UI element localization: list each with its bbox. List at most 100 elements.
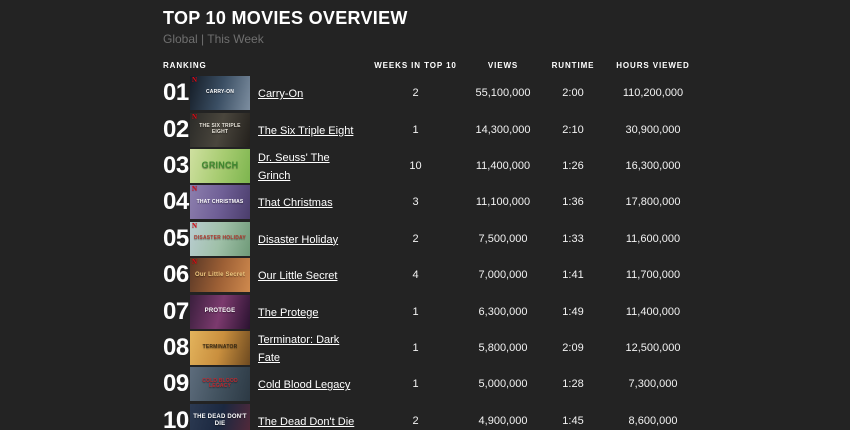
- thumbnail-art-text: DISASTER HOLIDAY: [192, 236, 248, 242]
- thumbnail-art-text: GRINCH: [200, 161, 241, 171]
- views-value: 5,000,000: [463, 378, 543, 390]
- runtime-value: 1:36: [543, 196, 603, 208]
- hours-viewed-value: 11,400,000: [603, 306, 703, 318]
- movie-thumbnail[interactable]: N DISASTER HOLIDAY: [190, 222, 250, 256]
- netflix-n-icon: N: [192, 259, 197, 266]
- movie-title-link[interactable]: Disaster Holiday: [258, 234, 338, 246]
- main-content: TOP 10 MOVIES OVERVIEW Global | This Wee…: [163, 9, 723, 430]
- movie-title-link[interactable]: That Christmas: [258, 197, 333, 209]
- table-row: 10 N THE DEAD DON'T DIE The Dead Don't D…: [163, 403, 723, 430]
- netflix-n-icon: N: [192, 114, 197, 121]
- rank-number: 01: [163, 81, 190, 105]
- movie-thumbnail[interactable]: N GRINCH: [190, 149, 250, 183]
- table-row: 07 N PROTEGE The Protege 1 6,300,000 1:4…: [163, 293, 723, 329]
- views-value: 4,900,000: [463, 415, 543, 427]
- runtime-value: 1:41: [543, 269, 603, 281]
- rank-number: 04: [163, 190, 190, 214]
- views-value: 14,300,000: [463, 124, 543, 136]
- weeks-value: 3: [368, 196, 463, 208]
- table-header-row: RANKING WEEKS IN TOP 10 VIEWS RUNTIME HO…: [163, 60, 723, 70]
- hours-viewed-value: 17,800,000: [603, 196, 703, 208]
- runtime-value: 1:33: [543, 233, 603, 245]
- column-header-ranking: RANKING: [163, 61, 368, 70]
- netflix-n-icon: N: [192, 77, 197, 84]
- thumbnail-art-text: THAT CHRISTMAS: [195, 200, 246, 206]
- views-value: 11,400,000: [463, 160, 543, 172]
- rank-number: 03: [163, 154, 190, 178]
- movie-thumbnail[interactable]: N THAT CHRISTMAS: [190, 185, 250, 219]
- views-value: 55,100,000: [463, 87, 543, 99]
- rank-number: 06: [163, 263, 190, 287]
- rank-number: 10: [163, 409, 190, 430]
- weeks-value: 1: [368, 306, 463, 318]
- movie-title-link[interactable]: Terminator: Dark Fate: [258, 334, 339, 364]
- hours-viewed-value: 11,700,000: [603, 269, 703, 281]
- runtime-value: 2:10: [543, 124, 603, 136]
- table-row: 03 N GRINCH Dr. Seuss' The Grinch 10 11,…: [163, 148, 723, 184]
- runtime-value: 1:49: [543, 306, 603, 318]
- movie-title-link[interactable]: Carry-On: [258, 88, 303, 100]
- hours-viewed-value: 30,900,000: [603, 124, 703, 136]
- movie-thumbnail[interactable]: N Our Little Secret: [190, 258, 250, 292]
- thumbnail-art-text: COLD BLOOD LEGACY: [190, 379, 250, 390]
- table-row: 04 N THAT CHRISTMAS That Christmas 3 11,…: [163, 184, 723, 220]
- hours-viewed-value: 12,500,000: [603, 342, 703, 354]
- table-row: 06 N Our Little Secret Our Little Secret…: [163, 257, 723, 293]
- table-body: 01 N CARRY-ON Carry-On 2 55,100,000 2:00…: [163, 75, 723, 430]
- runtime-value: 1:28: [543, 378, 603, 390]
- views-value: 11,100,000: [463, 196, 543, 208]
- table-row: 02 N THE SIX TRIPLE EIGHT The Six Triple…: [163, 111, 723, 147]
- column-header-weeks: WEEKS IN TOP 10: [368, 61, 463, 70]
- views-value: 6,300,000: [463, 306, 543, 318]
- thumbnail-art-text: PROTEGE: [203, 308, 238, 315]
- table-row: 08 N TERMINATOR Terminator: Dark Fate 1 …: [163, 330, 723, 366]
- movie-title-link[interactable]: The Six Triple Eight: [258, 125, 353, 137]
- table-row: 09 N COLD BLOOD LEGACY Cold Blood Legacy…: [163, 366, 723, 402]
- table-row: 05 N DISASTER HOLIDAY Disaster Holiday 2…: [163, 221, 723, 257]
- rank-number: 02: [163, 118, 190, 142]
- views-value: 7,500,000: [463, 233, 543, 245]
- weeks-value: 2: [368, 233, 463, 245]
- movie-title-link[interactable]: Cold Blood Legacy: [258, 379, 350, 391]
- runtime-value: 1:26: [543, 160, 603, 172]
- thumbnail-art-text: THE DEAD DON'T DIE: [190, 414, 250, 427]
- runtime-value: 2:00: [543, 87, 603, 99]
- thumbnail-art-text: TERMINATOR: [201, 345, 240, 351]
- movie-thumbnail[interactable]: N PROTEGE: [190, 295, 250, 329]
- movie-thumbnail[interactable]: N THE DEAD DON'T DIE: [190, 404, 250, 430]
- column-header-hours: HOURS VIEWED: [603, 61, 703, 70]
- table-row: 01 N CARRY-ON Carry-On 2 55,100,000 2:00…: [163, 75, 723, 111]
- netflix-n-icon: N: [192, 186, 197, 193]
- thumbnail-art-text: CARRY-ON: [204, 90, 236, 96]
- movie-thumbnail[interactable]: N THE SIX TRIPLE EIGHT: [190, 113, 250, 147]
- top10-page: TOP 10 MOVIES OVERVIEW Global | This Wee…: [0, 0, 850, 430]
- movie-thumbnail[interactable]: N TERMINATOR: [190, 331, 250, 365]
- movie-thumbnail[interactable]: N CARRY-ON: [190, 76, 250, 110]
- thumbnail-art-text: Our Little Secret: [193, 272, 247, 279]
- weeks-value: 1: [368, 378, 463, 390]
- weeks-value: 1: [368, 124, 463, 136]
- column-header-runtime: RUNTIME: [543, 61, 603, 70]
- movie-title-link[interactable]: The Dead Don't Die: [258, 416, 354, 428]
- weeks-value: 2: [368, 87, 463, 99]
- weeks-value: 2: [368, 415, 463, 427]
- movie-title-link[interactable]: Our Little Secret: [258, 270, 337, 282]
- rank-number: 07: [163, 300, 190, 324]
- weeks-value: 1: [368, 342, 463, 354]
- movie-thumbnail[interactable]: N COLD BLOOD LEGACY: [190, 367, 250, 401]
- page-subtitle: Global | This Week: [163, 33, 723, 45]
- hours-viewed-value: 8,600,000: [603, 415, 703, 427]
- movie-title-link[interactable]: The Protege: [258, 307, 319, 319]
- hours-viewed-value: 16,300,000: [603, 160, 703, 172]
- weeks-value: 4: [368, 269, 463, 281]
- rank-number: 05: [163, 227, 190, 251]
- hours-viewed-value: 11,600,000: [603, 233, 703, 245]
- views-value: 5,800,000: [463, 342, 543, 354]
- weeks-value: 10: [368, 160, 463, 172]
- runtime-value: 2:09: [543, 342, 603, 354]
- movie-title-link[interactable]: Dr. Seuss' The Grinch: [258, 152, 330, 182]
- hours-viewed-value: 7,300,000: [603, 378, 703, 390]
- page-title: TOP 10 MOVIES OVERVIEW: [163, 9, 723, 27]
- views-value: 7,000,000: [463, 269, 543, 281]
- thumbnail-art-text: THE SIX TRIPLE EIGHT: [190, 124, 250, 135]
